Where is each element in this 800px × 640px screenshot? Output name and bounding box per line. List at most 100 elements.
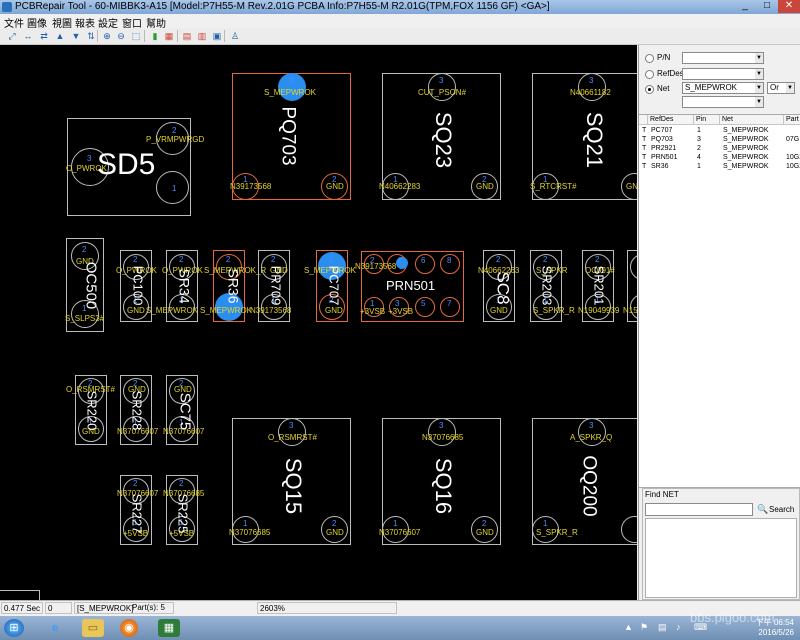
- table-cell[interactable]: S_MEPWROK: [723, 144, 769, 153]
- radio-pn-label: P/N: [657, 53, 671, 62]
- pn-combo[interactable]: ▼: [682, 52, 764, 64]
- search-button[interactable]: Search: [769, 505, 794, 514]
- start-icon[interactable]: ⊞: [4, 619, 24, 637]
- zoom-out-icon[interactable]: ⊖: [115, 30, 127, 42]
- layer-top-icon[interactable]: ▲: [54, 30, 66, 42]
- table-cell[interactable]: 3: [697, 135, 701, 144]
- watermark: bbs.pigoo.com: [690, 610, 775, 625]
- flip-icon[interactable]: ⇄: [38, 30, 50, 42]
- table-cell[interactable]: S_MEPWROK: [723, 126, 769, 135]
- table-cell[interactable]: T: [642, 126, 646, 135]
- board-outline: [39, 590, 40, 600]
- pin-number: 2: [496, 255, 501, 264]
- tray-arrow-icon[interactable]: ▲: [624, 622, 633, 632]
- table-cell[interactable]: PRN501: [651, 153, 677, 162]
- zoom-fit-icon[interactable]: ⤢: [6, 30, 18, 42]
- folder-icon[interactable]: ▭: [82, 619, 104, 637]
- refdes-label: SR228: [129, 390, 145, 431]
- net2-combo[interactable]: ▼: [682, 96, 764, 108]
- refdes-label: PR709: [268, 265, 284, 306]
- table-cell[interactable]: 1: [697, 126, 701, 135]
- table-cell[interactable]: T: [642, 135, 646, 144]
- status-zoom: 2603%: [257, 602, 397, 614]
- list-icon[interactable]: ▥: [196, 30, 208, 42]
- ie-icon[interactable]: e: [44, 619, 66, 637]
- table-cell[interactable]: SR36: [651, 162, 669, 171]
- pin-number: 2: [179, 255, 184, 264]
- net-label: S_SPKR_R: [536, 528, 578, 537]
- col-header[interactable]: Part: [784, 115, 800, 125]
- zoom-in-icon[interactable]: ⊕: [101, 30, 113, 42]
- pin-number: 8: [447, 256, 452, 265]
- table-cell[interactable]: PC707: [651, 126, 672, 135]
- search-icon[interactable]: 🔍: [757, 504, 768, 515]
- refdes-combo[interactable]: ▼: [682, 68, 764, 80]
- firefox-icon[interactable]: ◉: [120, 619, 138, 637]
- net-label: N15: [623, 306, 637, 315]
- table-cell[interactable]: PQ703: [651, 135, 673, 144]
- refdes-label: OC500: [82, 261, 100, 310]
- net-combo[interactable]: S_MEPWROK ▼: [682, 82, 764, 94]
- clock-date: 2016/5/26: [758, 628, 794, 637]
- pin-number: 2: [332, 519, 337, 528]
- find-net-results[interactable]: [645, 518, 797, 598]
- col-header[interactable]: Pin: [694, 115, 720, 125]
- refdes-label: SR227: [129, 493, 145, 534]
- net-label: GND: [325, 306, 343, 315]
- table-cell[interactable]: S_MEPWROK: [723, 162, 769, 171]
- close-button[interactable]: ✕: [778, 0, 800, 13]
- find-net-input[interactable]: [645, 503, 753, 516]
- table-cell[interactable]: 2: [697, 144, 701, 153]
- tray-flag-icon[interactable]: ⚑: [640, 622, 648, 633]
- select-icon[interactable]: ⬚: [130, 30, 142, 42]
- save-icon[interactable]: ▣: [211, 30, 223, 42]
- pin-number: 2: [82, 245, 87, 254]
- table-icon[interactable]: ▤: [181, 30, 193, 42]
- person-icon[interactable]: ♙: [229, 30, 241, 42]
- chevron-down-icon: ▼: [786, 83, 794, 93]
- net-label: N19049939: [578, 306, 620, 315]
- table-cell[interactable]: T: [642, 153, 646, 162]
- results-table[interactable]: RefDes Pin Net Part T PC707 1 S_MEPWROK …: [639, 114, 800, 488]
- minimize-button[interactable]: _: [734, 0, 756, 13]
- table-cell[interactable]: T: [642, 144, 646, 153]
- net-label: A_SPKR_Q: [570, 433, 613, 442]
- grid-icon[interactable]: ▦: [163, 30, 175, 42]
- maximize-button[interactable]: □: [756, 0, 778, 13]
- pin-number: 3: [289, 76, 294, 85]
- table-cell[interactable]: S_MEPWROK: [723, 135, 769, 144]
- net-label: S_MEPWROK: [146, 306, 199, 315]
- layer-bottom-icon[interactable]: ▼: [70, 30, 82, 42]
- volume-icon[interactable]: ♪: [676, 622, 681, 632]
- radio-pn[interactable]: [645, 54, 654, 63]
- pin-number: 2: [172, 126, 177, 135]
- col-header[interactable]: [639, 115, 648, 125]
- flip-vertical-icon[interactable]: ⇅: [85, 30, 97, 42]
- title-bar: PCBRepair Tool - 60-MIBBK3-A15 [Model:P7…: [0, 0, 800, 14]
- status-bar: 0.477 Sec 0 [S_MEPWROK] Part(s): 5 2603%: [0, 600, 800, 616]
- or-combo[interactable]: Or ▼: [767, 82, 795, 94]
- table-cell[interactable]: S_MEPWROK: [723, 153, 769, 162]
- col-header[interactable]: RefDes: [648, 115, 694, 125]
- pcbrepair-icon[interactable]: ▦: [158, 619, 180, 637]
- radio-net[interactable]: [645, 85, 654, 94]
- pin-number: 1: [172, 184, 177, 193]
- refdes-label: SQ15: [281, 457, 307, 515]
- pcb-canvas[interactable]: 3 1 2 S_MEPWROK N39173568 GND PQ703 3 1 …: [0, 45, 637, 600]
- pin-icon[interactable]: ▮: [149, 30, 161, 42]
- chevron-down-icon: ▼: [755, 83, 763, 93]
- table-cell[interactable]: 4: [697, 153, 701, 162]
- table-cell[interactable]: 1: [697, 162, 701, 171]
- table-cell[interactable]: 07G: [786, 135, 799, 144]
- pin-number: 5: [421, 299, 426, 308]
- pin-number: 3: [439, 421, 444, 430]
- table-cell[interactable]: 10G2: [786, 153, 800, 162]
- net-label: CUT_PSON#: [418, 88, 467, 97]
- network-icon[interactable]: ▤: [658, 622, 667, 633]
- table-cell[interactable]: 10G2: [786, 162, 800, 171]
- radio-refdes[interactable]: [645, 70, 654, 79]
- table-cell[interactable]: T: [642, 162, 646, 171]
- col-header[interactable]: Net: [720, 115, 784, 125]
- arrow-icon[interactable]: ↔: [22, 30, 34, 42]
- table-cell[interactable]: PR2921: [651, 144, 676, 153]
